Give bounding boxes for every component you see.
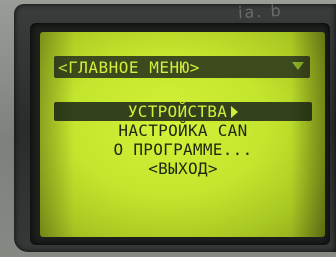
menu-item-label: УСТРОЙСТВА [127, 102, 228, 121]
device-photo: ia. b <ГЛАВНОЕ МЕНЮ> УСТРОЙСТВА НАСТРОЙК… [0, 0, 336, 257]
submenu-arrow-icon [231, 105, 239, 118]
page-title: <ГЛАВНОЕ МЕНЮ> [58, 57, 200, 77]
title-bar: <ГЛАВНОЕ МЕНЮ> [54, 56, 310, 78]
menu-item-can-settings[interactable]: НАСТРОЙКА CAN [54, 121, 312, 140]
menu-item-label: НАСТРОЙКА CAN [118, 121, 248, 140]
menu-item-about[interactable]: О ПРОГРАММЕ... [54, 140, 312, 159]
menu-item-label: <ВЫХОД> [148, 159, 218, 178]
device-edge-label: ia. b [237, 0, 284, 23]
menu-item-devices[interactable]: УСТРОЙСТВА [54, 102, 312, 121]
main-menu: УСТРОЙСТВА НАСТРОЙКА CAN О ПРОГРАММЕ... … [54, 102, 312, 178]
scroll-down-arrow-icon [292, 62, 304, 70]
menu-item-exit[interactable]: <ВЫХОД> [54, 159, 312, 178]
lcd-screen: <ГЛАВНОЕ МЕНЮ> УСТРОЙСТВА НАСТРОЙКА CAN … [40, 32, 325, 237]
menu-item-label: О ПРОГРАММЕ... [113, 140, 253, 159]
